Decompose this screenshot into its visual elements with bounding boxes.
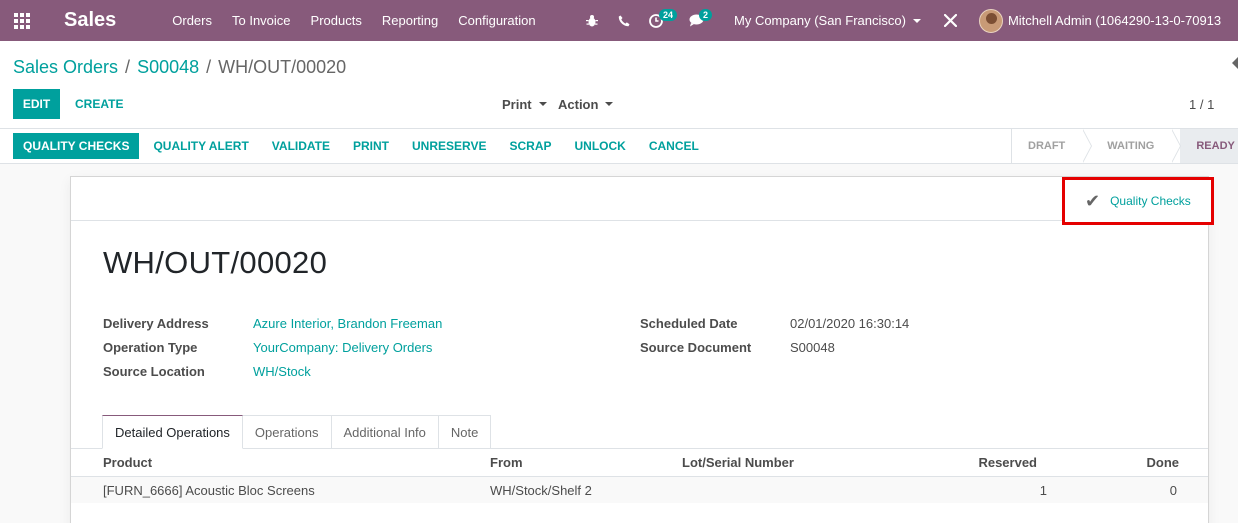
col-lot-serial[interactable]: Lot/Serial Number [682,449,794,476]
form-sheet: ✔ Quality Checks WH/OUT/00020 Delivery A… [70,176,1214,523]
unreserve-button[interactable]: UNRESERVE [402,133,496,159]
row-product: [FURN_6666] Acoustic Bloc Screens [103,482,315,498]
row-reserved: 1 [1039,482,1047,498]
record-title: WH/OUT/00020 [103,245,328,280]
app-name[interactable]: Sales [64,9,116,32]
tab-additional-info[interactable]: Additional Info [331,415,439,449]
delivery-address-link[interactable]: Azure Interior, Brandon Freeman [253,316,442,331]
header-buttons: QUALITY CHECKS QUALITY ALERT VALIDATE PR… [13,133,712,159]
pager-prev-icon[interactable] [1232,57,1238,69]
menu-products[interactable]: Products [301,0,372,41]
tab-operations[interactable]: Operations [242,415,332,449]
stage-ready: READY [1180,129,1238,163]
top-navbar: Sales Orders To Invoice Products Reporti… [0,0,1238,41]
notebook-tabs: Detailed Operations Operations Additiona… [102,415,492,449]
field-scheduled-date: Scheduled Date 02/01/2020 16:30:14 [640,316,910,331]
breadcrumb-current: WH/OUT/00020 [218,57,347,77]
stage-pipeline: DRAFT WAITING READY [1011,129,1238,163]
activity-badge: 24 [659,9,678,21]
breadcrumb-order[interactable]: S00048 [137,57,199,78]
col-reserved[interactable]: Reserved [941,449,1037,476]
action-dropdown[interactable]: Action [558,89,614,119]
validate-button[interactable]: VALIDATE [262,133,340,159]
menu-to-invoice[interactable]: To Invoice [222,0,301,41]
edit-button[interactable]: EDIT [13,89,60,119]
field-source-location: Source Location WH/Stock [103,364,311,379]
messages-badge: 2 [699,9,713,21]
create-button[interactable]: CREATE [66,89,132,119]
user-menu[interactable]: Mitchell Admin (1064290-13-0-70913 [1008,13,1221,28]
phone-icon[interactable] [608,0,640,41]
stage-waiting: WAITING [1091,129,1182,163]
stage-draft: DRAFT [1012,129,1093,163]
quality-checks-smart-button[interactable]: ✔ Quality Checks [1062,177,1214,225]
company-name: My Company (San Francisco) [734,13,906,28]
operation-type-link[interactable]: YourCompany: Delivery Orders [253,340,432,355]
unlock-button[interactable]: UNLOCK [565,133,636,159]
debug-tools-icon[interactable] [941,0,961,41]
field-delivery-address: Delivery Address Azure Interior, Brandon… [103,316,443,331]
button-box [71,177,1208,221]
col-done[interactable]: Done [1101,449,1180,476]
chevron-down-icon [605,102,614,106]
source-document-value: S00048 [790,340,835,355]
print-dropdown[interactable]: Print [502,89,547,119]
menu-orders[interactable]: Orders [162,0,222,41]
field-source-document: Source Document S00048 [640,340,835,355]
activity-clock-icon[interactable]: 24 [640,0,678,41]
breadcrumb-sales-orders[interactable]: Sales Orders [13,57,118,78]
systray: 24 2 My Company (San Francisco) Mitchell… [576,0,1221,41]
main-menu: Orders To Invoice Products Reporting Con… [162,0,545,41]
pager-value[interactable]: 1 / 1 [1189,89,1214,119]
col-product[interactable]: Product [103,449,152,476]
tab-detailed-operations[interactable]: Detailed Operations [102,415,243,449]
chevron-down-icon [912,18,921,23]
quality-alert-button[interactable]: QUALITY ALERT [143,133,258,159]
row-from: WH/Stock/Shelf 2 [490,482,592,498]
breadcrumb: Sales Orders / S00048 / WH/OUT/00020 [13,57,347,78]
check-icon: ✔ [1085,190,1101,211]
menu-configuration[interactable]: Configuration [448,0,545,41]
field-operation-type: Operation Type YourCompany: Delivery Ord… [103,340,433,355]
table-row[interactable]: [FURN_6666] Acoustic Bloc Screens WH/Sto… [71,477,1208,503]
scheduled-date-value: 02/01/2020 16:30:14 [790,316,910,331]
smart-button-label: Quality Checks [1110,194,1191,208]
tab-note[interactable]: Note [438,415,492,449]
source-location-link[interactable]: WH/Stock [253,364,311,379]
quality-checks-button[interactable]: QUALITY CHECKS [13,133,140,159]
grid-icon [14,12,30,29]
bug-icon[interactable] [576,0,608,41]
table-header: Product From Lot/Serial Number Reserved … [71,449,1208,477]
messages-icon[interactable]: 2 [680,0,713,41]
apps-menu-icon[interactable] [0,0,44,41]
scrap-button[interactable]: SCRAP [499,133,561,159]
menu-reporting[interactable]: Reporting [372,0,448,41]
row-done: 0 [1169,482,1177,498]
col-from[interactable]: From [490,449,523,476]
print-button[interactable]: PRINT [343,133,399,159]
company-switcher[interactable]: My Company (San Francisco) [734,13,921,28]
status-bar: QUALITY CHECKS QUALITY ALERT VALIDATE PR… [0,129,1238,164]
control-panel: Sales Orders / S00048 / WH/OUT/00020 EDI… [0,41,1238,129]
avatar[interactable] [978,8,1003,33]
chevron-down-icon [538,102,547,106]
cancel-button[interactable]: CANCEL [639,133,709,159]
